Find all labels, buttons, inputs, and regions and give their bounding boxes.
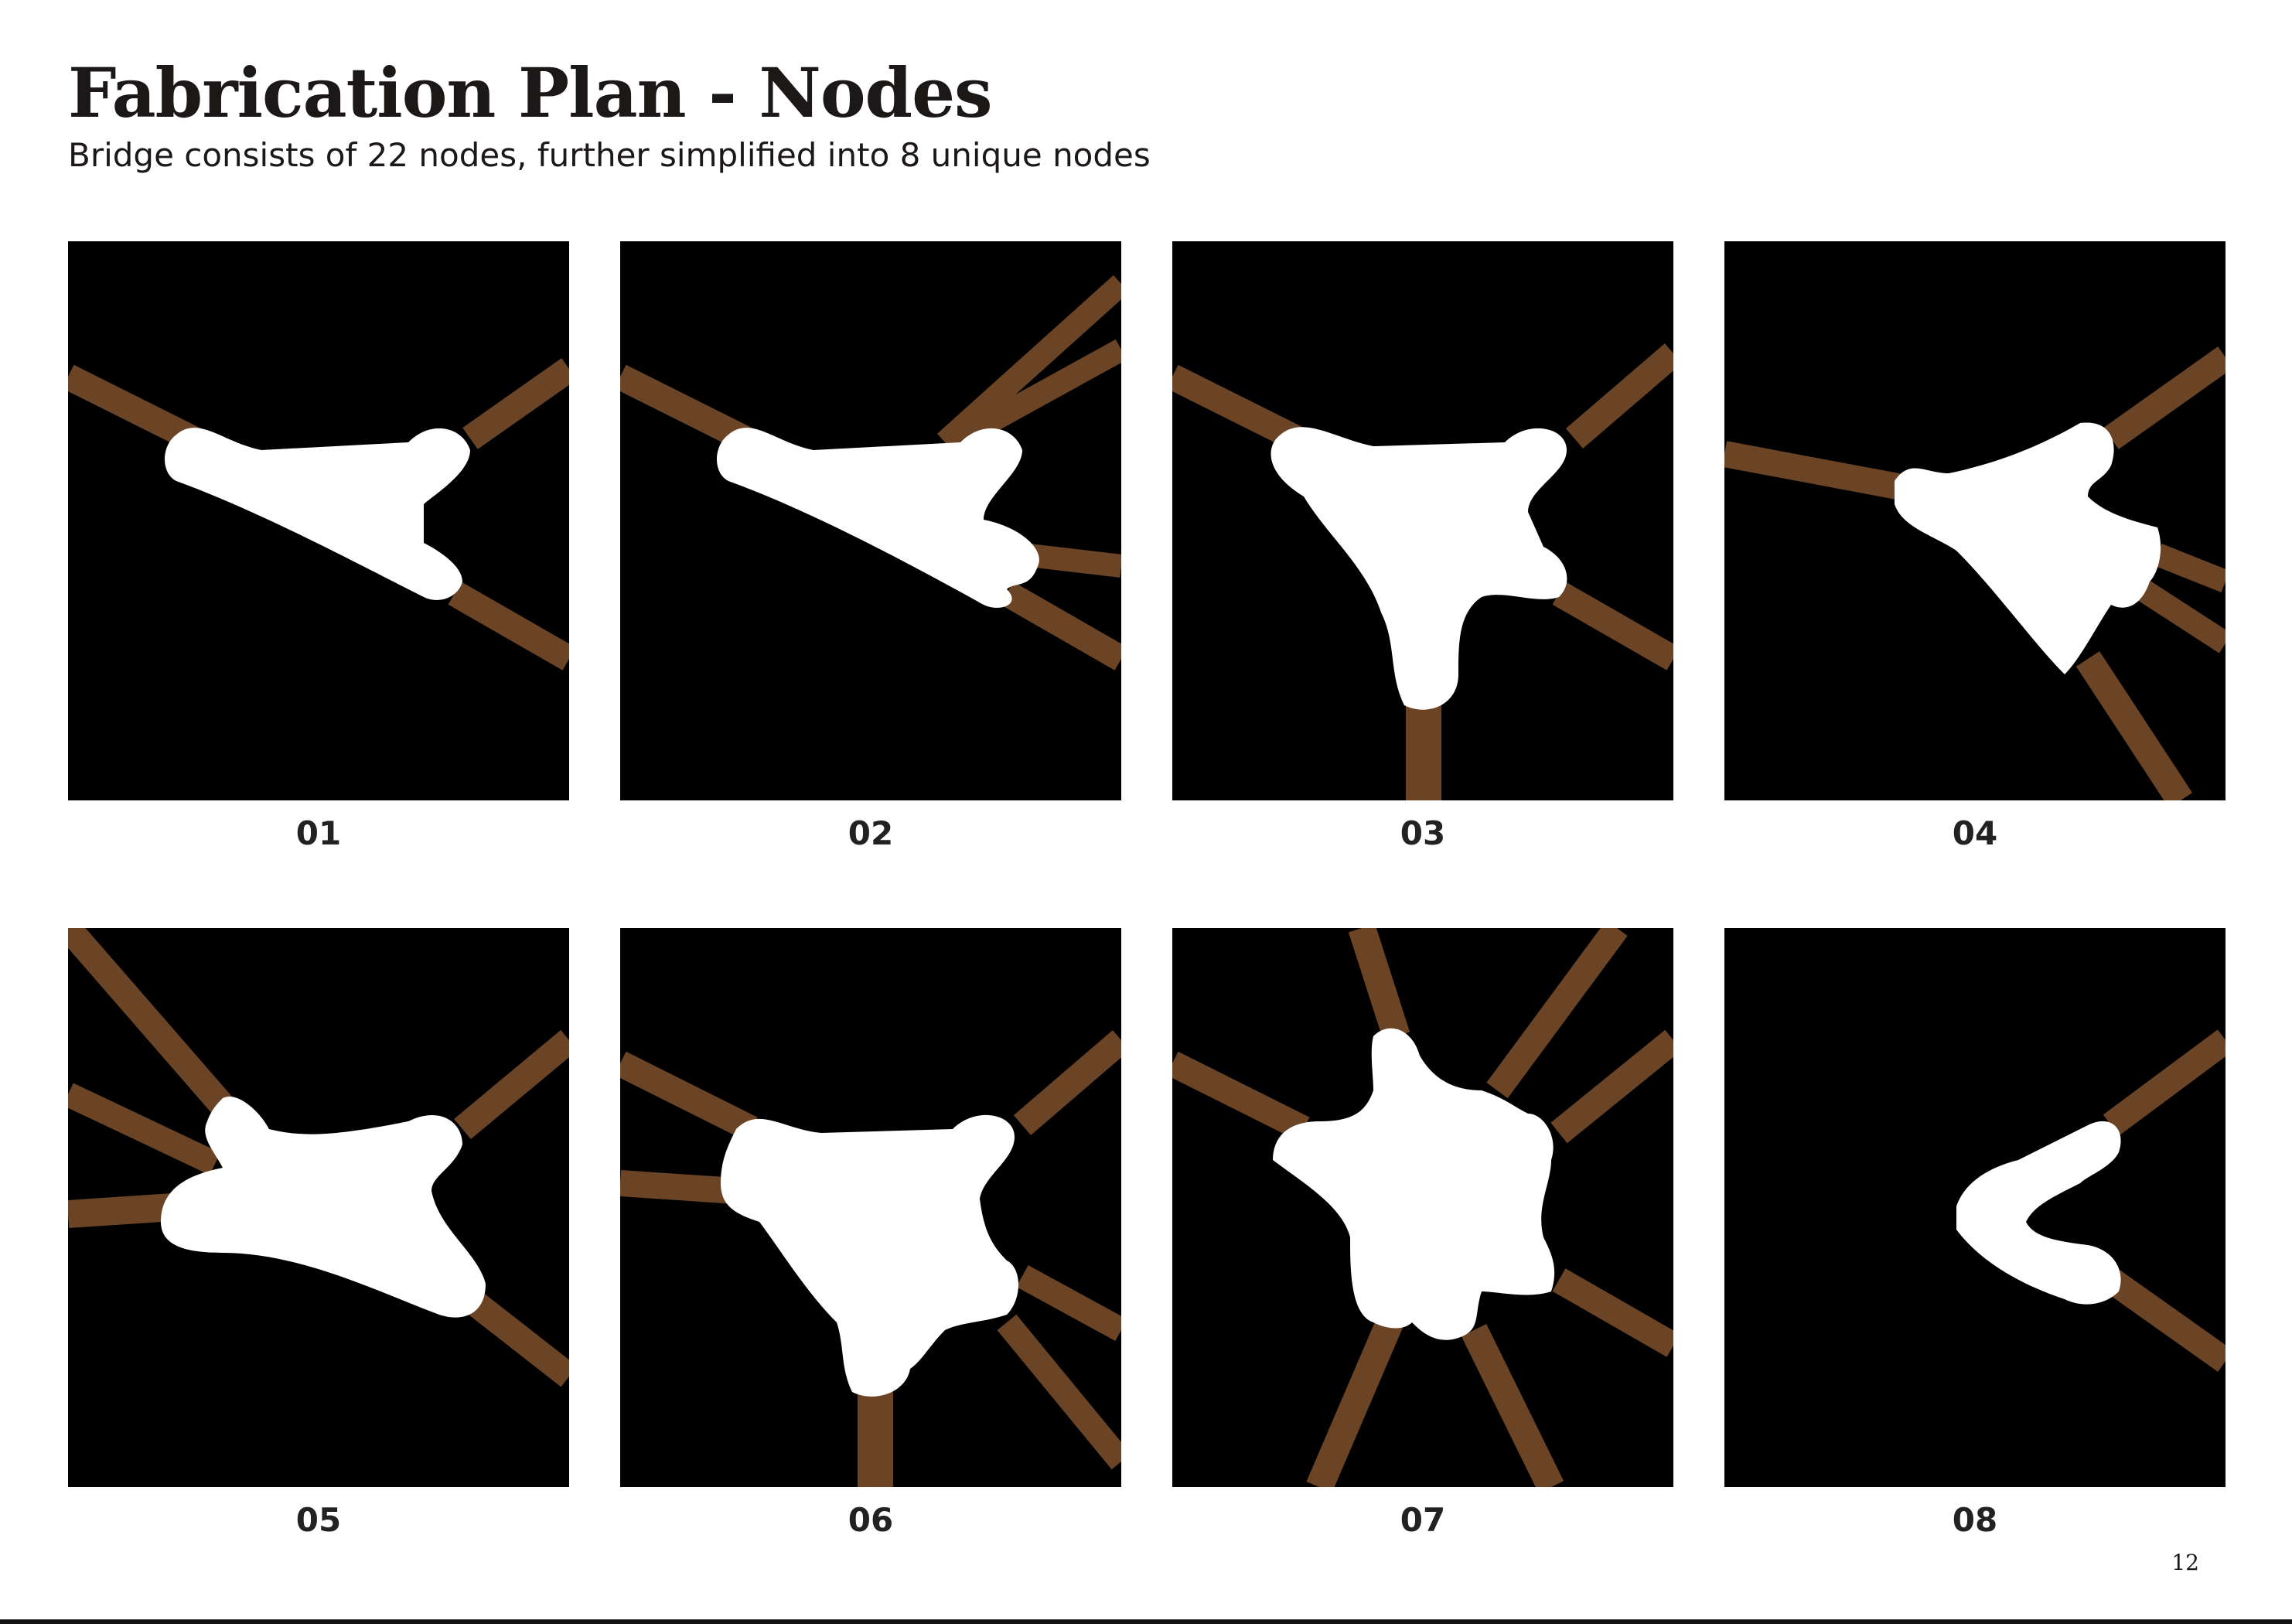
page-number: 12 bbox=[2171, 1550, 2199, 1575]
node-illustration-03 bbox=[1172, 343, 1673, 800]
node-label-03: 03 bbox=[1400, 814, 1446, 852]
node-render-02 bbox=[620, 241, 1121, 800]
node-render-04 bbox=[1724, 241, 2225, 800]
node-render-01 bbox=[68, 241, 569, 800]
node-label-08: 08 bbox=[1952, 1501, 1998, 1539]
node-card-02: 02 bbox=[620, 241, 1121, 928]
node-card-06: 06 bbox=[620, 928, 1121, 1615]
node-illustration-06 bbox=[620, 1030, 1121, 1487]
node-card-08: 08 bbox=[1724, 928, 2225, 1615]
node-illustration-01 bbox=[68, 358, 569, 670]
node-card-05: 05 bbox=[68, 928, 569, 1615]
node-label-01: 01 bbox=[295, 814, 342, 852]
node-illustration-07 bbox=[1172, 928, 1673, 1487]
node-illustration-04 bbox=[1724, 346, 2225, 800]
node-label-02: 02 bbox=[848, 814, 894, 852]
node-illustration-02 bbox=[620, 275, 1121, 670]
page-subtitle: Bridge consists of 22 nodes, further sim… bbox=[68, 136, 1151, 174]
node-render-05 bbox=[68, 928, 569, 1487]
bottom-rule bbox=[0, 1619, 2292, 1624]
node-render-08 bbox=[1724, 928, 2225, 1487]
node-label-06: 06 bbox=[848, 1501, 894, 1539]
node-card-04: 04 bbox=[1724, 241, 2225, 928]
node-render-03 bbox=[1172, 241, 1673, 800]
node-render-07 bbox=[1172, 928, 1673, 1487]
node-card-01: 01 bbox=[68, 241, 569, 928]
node-label-04: 04 bbox=[1952, 814, 1998, 852]
node-card-07: 07 bbox=[1172, 928, 1673, 1615]
node-label-07: 07 bbox=[1400, 1501, 1446, 1539]
node-illustration-08 bbox=[1956, 1029, 2225, 1372]
node-grid: 01 02 03 04 05 06 07 08 bbox=[68, 241, 2225, 1615]
node-card-03: 03 bbox=[1172, 241, 1673, 928]
node-illustration-05 bbox=[68, 928, 569, 1387]
page-title: Fabrication Plan - Nodes bbox=[68, 53, 993, 133]
node-render-06 bbox=[620, 928, 1121, 1487]
node-label-05: 05 bbox=[295, 1501, 342, 1539]
